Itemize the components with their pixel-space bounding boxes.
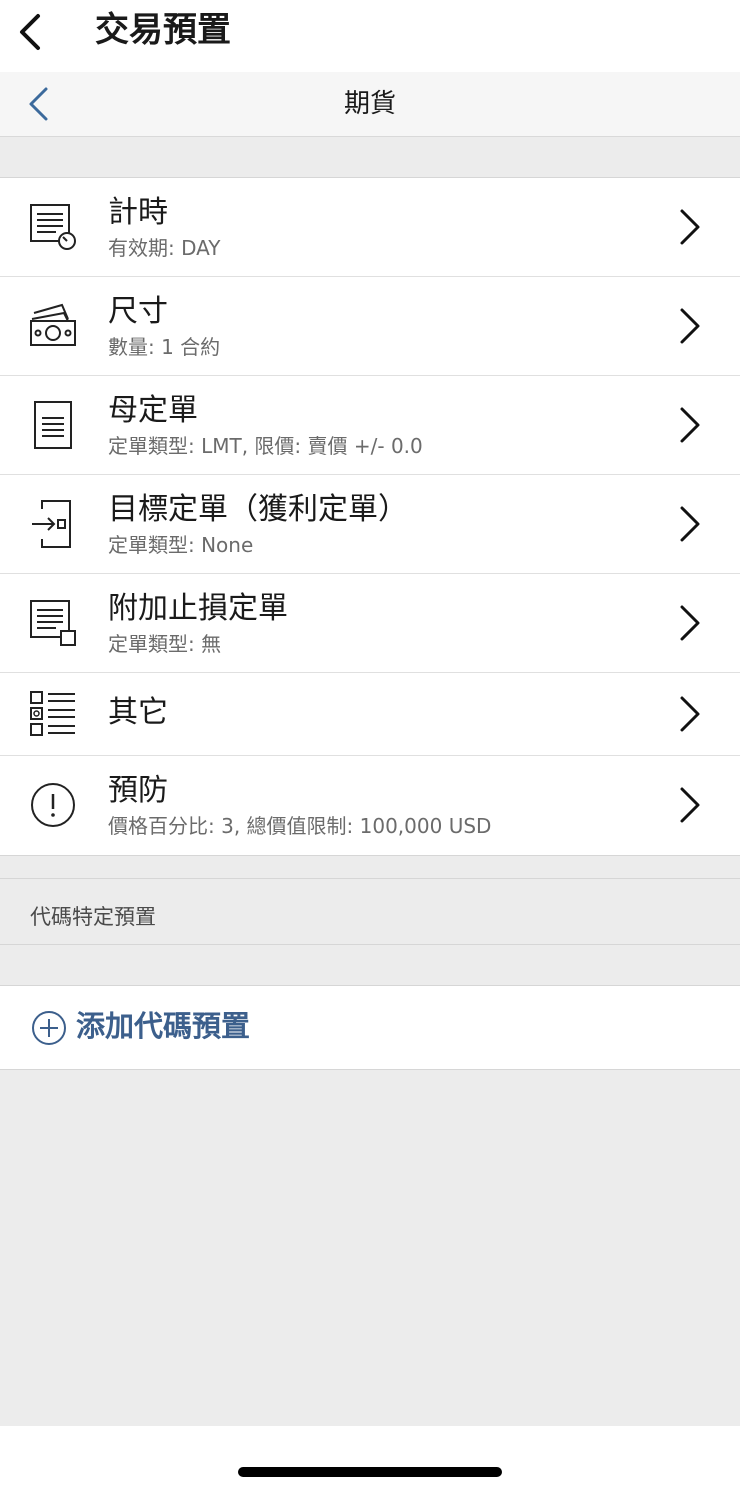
stop-loss-list-icon [30, 600, 76, 646]
exclamation-circle-icon [31, 783, 75, 827]
chevron-right-icon [680, 605, 700, 641]
settings-item-value: 有效期: DAY [108, 236, 221, 260]
settings-item-value: 定單類型: None [108, 533, 254, 557]
chevron-right-icon [680, 787, 700, 823]
settings-item-precaution[interactable]: 預防 價格百分比: 3, 總價值限制: 100,000 USD [0, 756, 740, 855]
settings-item-misc[interactable]: 其它 [0, 673, 740, 756]
misc-list-icon [30, 691, 75, 736]
settings-item-label: 計時 [108, 195, 168, 230]
settings-item-value: 定單類型: 無 [108, 632, 222, 656]
settings-item-parent-order[interactable]: 母定單 定單類型: LMT, 限價: 賣價 +/- 0.0 [0, 376, 740, 475]
settings-item-label: 其它 [108, 695, 168, 730]
target-order-icon [32, 500, 71, 548]
settings-item-timing[interactable]: 計時 有效期: DAY [0, 178, 740, 277]
settings-item-value: 定單類型: LMT, 限價: 賣價 +/- 0.0 [108, 434, 423, 458]
plus-circle-icon [32, 1011, 66, 1045]
settings-item-label: 母定單 [108, 393, 198, 428]
home-indicator[interactable] [238, 1467, 502, 1477]
settings-item-target-order[interactable]: 目標定單（獲利定單） 定單類型: None [0, 475, 740, 574]
settings-item-size[interactable]: 尺寸 數量: 1 合約 [0, 277, 740, 376]
page-title: 交易預置 [95, 10, 231, 50]
sub-header: 期貨 [0, 72, 740, 137]
chevron-right-icon [680, 506, 700, 542]
add-symbol-preset-button[interactable]: 添加代碼預置 [0, 985, 740, 1070]
bottom-bar [0, 1426, 740, 1492]
add-symbol-preset-label: 添加代碼預置 [76, 1009, 251, 1043]
chevron-right-icon [680, 696, 700, 732]
section-header-label: 代碼特定預置 [30, 905, 156, 929]
chevron-right-icon [680, 209, 700, 245]
section-title: 期貨 [343, 89, 396, 119]
settings-item-label: 預防 [108, 773, 168, 808]
section-header: 代碼特定預置 [0, 878, 740, 945]
top-bar: 交易預置 [0, 0, 740, 72]
settings-item-label: 附加止損定單 [108, 591, 288, 626]
settings-item-value: 價格百分比: 3, 總價值限制: 100,000 USD [108, 814, 492, 838]
money-bills-icon [30, 303, 76, 346]
settings-item-label: 尺寸 [108, 294, 168, 329]
document-list-icon [34, 401, 72, 449]
timer-list-icon [30, 204, 76, 250]
settings-item-label: 目標定單（獲利定單） [108, 492, 408, 527]
settings-item-stop-loss[interactable]: 附加止損定單 定單類型: 無 [0, 574, 740, 673]
chevron-right-icon [680, 308, 700, 344]
chevron-right-icon [680, 407, 700, 443]
settings-item-value: 數量: 1 合約 [108, 335, 221, 359]
settings-list: 計時 有效期: DAY 尺寸 數量: 1 合約 母定單 定單類型: LMT, 限… [0, 177, 740, 856]
back-arrow-icon[interactable] [14, 12, 44, 52]
